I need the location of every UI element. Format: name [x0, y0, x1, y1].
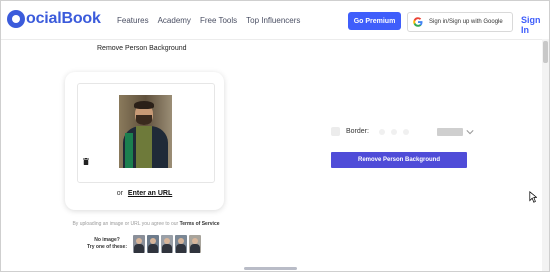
url-prefix: or — [116, 190, 123, 197]
enter-url-row: or Enter an URL — [65, 190, 224, 197]
nav-top-influencers[interactable]: Top Influencers — [246, 16, 300, 25]
uploaded-person-photo — [119, 95, 172, 168]
sample-images — [133, 235, 201, 253]
bottom-scroll-indicator — [244, 267, 297, 270]
logo-mark-icon — [7, 10, 25, 28]
border-size-option[interactable] — [378, 128, 385, 135]
terms-of-service-link[interactable]: Terms of Service — [180, 221, 220, 227]
border-label: Border: — [346, 128, 369, 135]
top-navbar: ocialBook Features Academy Free Tools To… — [1, 1, 549, 40]
nav-features[interactable]: Features — [117, 16, 149, 25]
sample-image[interactable] — [175, 235, 187, 253]
border-size-option[interactable] — [402, 128, 409, 135]
no-image-line: No image? — [94, 237, 120, 243]
border-color-select[interactable] — [436, 127, 463, 136]
terms-text: By uploading an image or URL you agree t… — [72, 221, 179, 227]
mouse-cursor-icon — [529, 191, 537, 203]
logo-text: ocialBook — [26, 10, 101, 27]
nav-free-tools[interactable]: Free Tools — [200, 16, 237, 25]
google-signin-label: Sign in/Sign up with Google — [429, 19, 503, 25]
sample-image[interactable] — [147, 235, 159, 253]
tool-title: Remove Person Background — [97, 45, 187, 52]
terms-notice: By uploading an image or URL you agree t… — [61, 221, 231, 227]
scrollbar-thumb[interactable] — [543, 41, 548, 63]
socialbook-logo[interactable]: ocialBook — [7, 10, 101, 28]
google-icon — [413, 17, 423, 27]
enter-url-link[interactable]: Enter an URL — [128, 190, 172, 197]
no-image-prompt: No image? Try one of these: — [87, 237, 127, 251]
main-nav: Features Academy Free Tools Top Influenc… — [117, 16, 300, 25]
border-option-row: Border: — [331, 127, 474, 136]
sample-image[interactable] — [133, 235, 145, 253]
remove-person-background-button[interactable]: Remove Person Background — [331, 152, 467, 168]
browser-viewport: ocialBook Features Academy Free Tools To… — [0, 0, 550, 272]
try-these-line: Try one of these: — [87, 244, 128, 250]
go-premium-button[interactable]: Go Premium — [348, 12, 401, 30]
vertical-scrollbar[interactable] — [542, 39, 549, 271]
border-checkbox[interactable] — [331, 127, 340, 136]
border-size-option[interactable] — [390, 128, 397, 135]
sample-image[interactable] — [161, 235, 173, 253]
upload-card: or Enter an URL — [65, 72, 224, 210]
trash-icon[interactable] — [83, 158, 89, 165]
nav-academy[interactable]: Academy — [158, 16, 191, 25]
sign-in-link[interactable]: Sign In — [521, 15, 549, 35]
sample-image[interactable] — [189, 235, 201, 253]
google-signin-button[interactable]: Sign in/Sign up with Google — [407, 12, 513, 32]
image-preview-box[interactable] — [77, 83, 215, 183]
chevron-down-icon[interactable] — [466, 128, 474, 136]
